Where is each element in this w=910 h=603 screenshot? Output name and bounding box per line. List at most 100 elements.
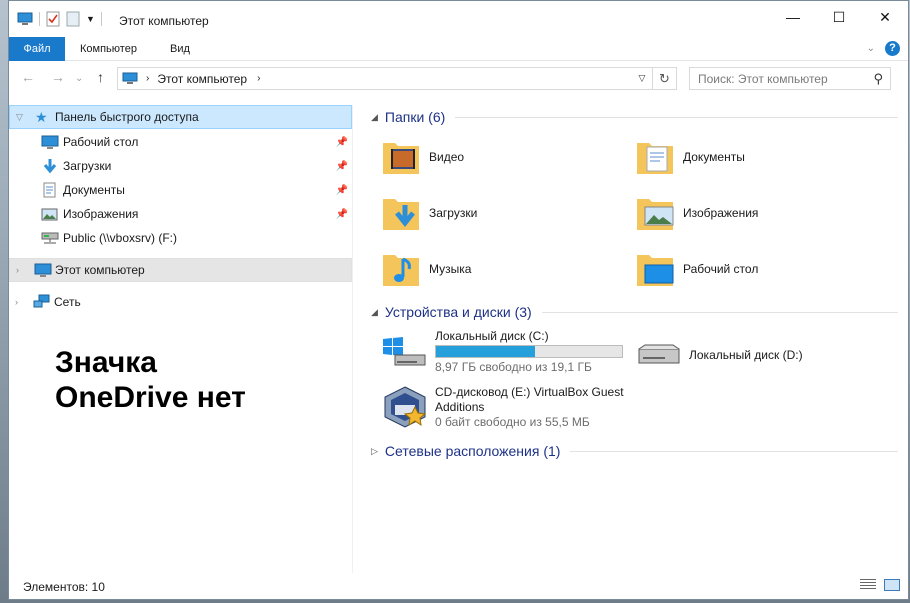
nav-item-documents[interactable]: Документы 📌: [9, 178, 352, 202]
breadcrumb-this-pc[interactable]: Этот компьютер: [157, 72, 247, 86]
collapse-chevron-icon[interactable]: ◢: [371, 307, 378, 318]
group-divider: [455, 116, 898, 118]
pictures-folder-icon: [637, 199, 674, 230]
folder-videos[interactable]: Видео: [379, 133, 464, 181]
nav-quick-access-label: Панель быстрого доступа: [55, 110, 199, 124]
folder-music[interactable]: Музыка: [379, 245, 471, 293]
window-title: Этот компьютер: [119, 14, 209, 28]
expand-chevron-icon[interactable]: ›: [16, 265, 19, 275]
quick-access-toolbar: ▼: [17, 11, 102, 27]
search-icon[interactable]: ⚲: [873, 71, 883, 87]
address-bar[interactable]: › Этот компьютер › ▽ ↻: [117, 67, 677, 90]
expand-ribbon-icon[interactable]: ⌄: [867, 43, 875, 54]
content-pane: ◢ Папки (6) Видео Документы Загрузки Изо…: [361, 105, 908, 573]
annotation-line: OneDrive нет: [55, 381, 246, 414]
search-placeholder: Поиск: Этот компьютер: [698, 72, 828, 86]
back-arrow-icon[interactable]: ←: [21, 69, 35, 85]
item-count: Элементов: 10: [23, 580, 105, 594]
search-input[interactable]: Поиск: Этот компьютер ⚲: [689, 67, 891, 90]
folder-desktop[interactable]: Рабочий стол: [633, 245, 758, 293]
up-arrow-icon[interactable]: ↑: [97, 69, 104, 85]
virtualbox-cd-icon: [384, 386, 427, 428]
nav-this-pc-label: Этот компьютер: [55, 263, 145, 277]
close-button[interactable]: ✕: [862, 1, 908, 33]
star-icon: ★: [35, 108, 48, 125]
computer-icon: [34, 263, 52, 277]
explorer-window: ▼ Этот компьютер — ☐ ✕ Файл Компьютер Ви…: [8, 0, 909, 600]
nav-this-pc[interactable]: › Этот компьютер: [9, 258, 352, 282]
ribbon-controls: ⌄ ?: [867, 41, 900, 56]
network-drive-icon: [41, 232, 59, 244]
nav-quick-access[interactable]: ▽ ★ Панель быстрого доступа: [9, 105, 352, 129]
properties-icon[interactable]: [46, 11, 60, 27]
view-switcher: [860, 579, 900, 591]
drive-d[interactable]: Локальный диск (D:): [635, 343, 803, 367]
nav-item-downloads[interactable]: Загрузки 📌: [9, 154, 352, 178]
recent-locations-icon[interactable]: ⌄: [75, 73, 83, 84]
desktop-icon: [41, 135, 59, 149]
group-title: Папки (6): [384, 109, 446, 125]
nav-item-label: Изображения: [63, 207, 139, 221]
help-button[interactable]: ?: [885, 41, 900, 56]
drive-free-space: 8,97 ГБ свободно из 19,1 ГБ: [435, 360, 592, 374]
large-icons-view-icon[interactable]: [884, 579, 900, 591]
hard-drive-icon: [638, 344, 680, 364]
drive-name: Локальный диск (C:): [435, 329, 549, 343]
breadcrumb-separator-icon[interactable]: ›: [257, 73, 260, 84]
collapse-chevron-icon[interactable]: ◢: [371, 112, 378, 123]
minimize-button[interactable]: —: [770, 1, 816, 33]
tab-computer[interactable]: Компьютер: [67, 37, 150, 61]
refresh-icon[interactable]: ↻: [652, 68, 676, 89]
details-view-icon[interactable]: [860, 579, 876, 591]
expand-chevron-icon[interactable]: ▷: [371, 446, 378, 457]
title-bar: ▼ Этот компьютер — ☐ ✕: [9, 1, 908, 37]
folder-label: Изображения: [683, 206, 759, 220]
pictures-icon: [41, 208, 58, 220]
nav-item-label: Загрузки: [63, 159, 112, 173]
nav-item-pictures[interactable]: Изображения 📌: [9, 202, 352, 226]
group-divider: [541, 311, 898, 313]
folder-pictures[interactable]: Изображения: [633, 189, 758, 237]
nav-network[interactable]: › Сеть: [9, 290, 352, 314]
address-row: ← → ⌄ ↑ › Этот компьютер › ▽ ↻ Поиск: Эт…: [9, 61, 908, 97]
nav-network-label: Сеть: [54, 295, 81, 309]
drive-usage-bar: [435, 345, 623, 358]
nav-item-desktop[interactable]: Рабочий стол 📌: [9, 130, 352, 154]
pin-icon[interactable]: 📌: [336, 137, 348, 148]
nav-item-public-share[interactable]: Public (\\vboxsrv) (F:): [9, 226, 352, 250]
drive-e-cd[interactable]: CD-дисковод (E:) VirtualBox Guest Additi…: [381, 385, 624, 430]
folder-label: Рабочий стол: [683, 262, 759, 276]
annotation-note: Значка OneDrive нет: [55, 345, 246, 415]
pin-icon[interactable]: 📌: [336, 209, 348, 220]
group-folders-header[interactable]: ◢ Папки (6): [371, 106, 898, 128]
breadcrumb-separator-icon[interactable]: ›: [146, 73, 149, 84]
tab-file[interactable]: Файл: [9, 37, 65, 61]
computer-icon: [122, 72, 138, 84]
folder-label: Документы: [683, 150, 745, 164]
group-title: Сетевые расположения (1): [384, 443, 561, 459]
drive-c[interactable]: Локальный диск (C:) 8,97 ГБ свободно из …: [381, 329, 623, 374]
group-network-header[interactable]: ▷ Сетевые расположения (1): [371, 440, 898, 462]
pin-icon[interactable]: 📌: [336, 161, 348, 172]
new-folder-icon[interactable]: [66, 11, 80, 27]
desktop-folder-icon: [637, 255, 674, 286]
group-devices-header[interactable]: ◢ Устройства и диски (3): [371, 301, 898, 323]
folder-label: Видео: [429, 150, 465, 164]
tab-view[interactable]: Вид: [157, 37, 203, 61]
drive-name: Additions: [435, 400, 485, 414]
address-dropdown-icon[interactable]: ▽: [634, 68, 650, 89]
maximize-button[interactable]: ☐: [816, 1, 862, 33]
drive-free-space: 0 байт свободно из 55,5 МБ: [435, 415, 590, 429]
annotation-line: Значка: [55, 346, 157, 379]
forward-arrow-icon[interactable]: →: [51, 69, 65, 85]
folder-documents[interactable]: Документы: [633, 133, 745, 181]
pin-icon[interactable]: 📌: [336, 185, 348, 196]
collapse-chevron-icon[interactable]: ▽: [16, 112, 23, 123]
folder-downloads[interactable]: Загрузки: [379, 189, 477, 237]
expand-chevron-icon[interactable]: ›: [15, 297, 18, 307]
customize-toolbar-icon[interactable]: ▼: [86, 14, 95, 24]
computer-icon[interactable]: [17, 12, 33, 26]
network-icon: [33, 294, 50, 308]
group-divider: [570, 450, 898, 452]
documents-folder-icon: [637, 143, 673, 174]
